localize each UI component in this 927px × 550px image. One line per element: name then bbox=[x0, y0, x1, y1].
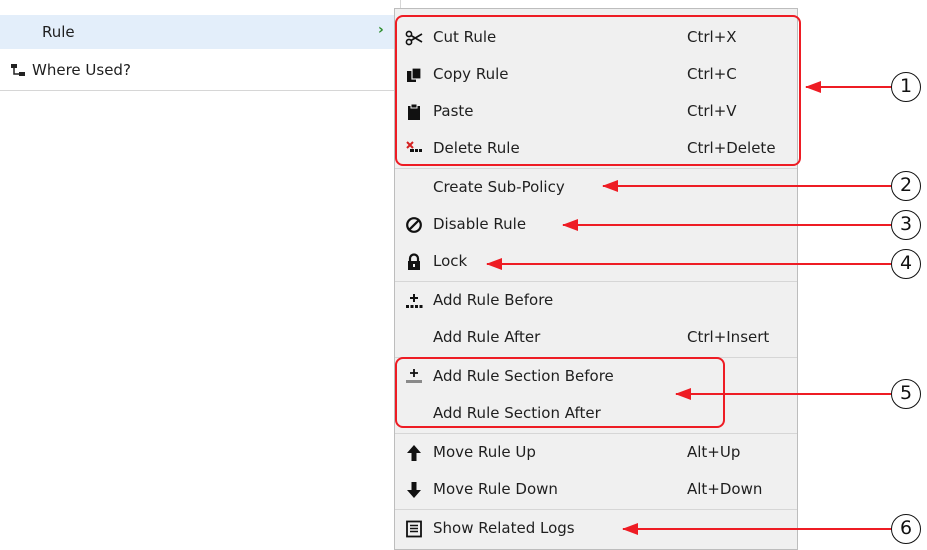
menu-item-shortcut: Ctrl+C bbox=[687, 65, 737, 83]
callout-number-5: 5 bbox=[891, 379, 921, 409]
menu-item-rule-label: Rule bbox=[42, 23, 75, 41]
menu-item-label: Add Rule Section Before bbox=[433, 367, 614, 385]
menu-item-show-related-logs[interactable]: Show Related Logs bbox=[395, 510, 797, 547]
submenu-arrow-icon: › bbox=[378, 22, 384, 38]
menu-item-label: Copy Rule bbox=[433, 65, 509, 83]
menu-item-add-rule-section-before[interactable]: Add Rule Section Before bbox=[395, 358, 797, 395]
menu-item-add-rule-section-after[interactable]: Add Rule Section After bbox=[395, 395, 797, 432]
menu-item-label: Disable Rule bbox=[433, 215, 527, 233]
callout-number-4: 4 bbox=[891, 249, 921, 279]
menu-item-create-sub-policy[interactable]: Create Sub-Policy bbox=[395, 169, 797, 206]
menu-item-move-rule-down[interactable]: Move Rule Down Alt+Down bbox=[395, 471, 797, 508]
menu-item-label: Move Rule Up bbox=[433, 443, 536, 461]
menu-item-label: Move Rule Down bbox=[433, 480, 558, 498]
menu-item-label: Cut Rule bbox=[433, 28, 497, 46]
callout-number-1: 1 bbox=[891, 72, 921, 102]
menu-item-copy-rule[interactable]: Copy Rule Ctrl+C bbox=[395, 56, 797, 93]
parent-menu: Rule › Where Used? bbox=[0, 0, 401, 91]
menu-item-lock[interactable]: Lock bbox=[395, 243, 797, 280]
arrow-down-icon bbox=[407, 482, 421, 498]
paste-icon bbox=[408, 103, 420, 120]
menu-item-add-rule-before[interactable]: Add Rule Before bbox=[395, 282, 797, 319]
menu-item-label: Add Rule Section After bbox=[433, 404, 601, 422]
menu-item-label: Lock bbox=[433, 252, 468, 270]
scissors-icon bbox=[405, 30, 423, 46]
context-menu: Cut Rule Ctrl+X Copy Rule Ctrl+C Paste C… bbox=[394, 8, 798, 550]
copy-icon bbox=[407, 67, 422, 82]
menu-item-move-rule-up[interactable]: Move Rule Up Alt+Up bbox=[395, 434, 797, 471]
menu-item-label: Delete Rule bbox=[433, 139, 520, 157]
menu-item-label: Paste bbox=[433, 102, 474, 120]
menu-item-label: Add Rule Before bbox=[433, 291, 554, 309]
where-used-icon bbox=[11, 64, 25, 76]
menu-item-where-used[interactable]: Where Used? bbox=[0, 53, 400, 87]
menu-item-label: Create Sub-Policy bbox=[433, 178, 565, 196]
arrow-up-icon bbox=[407, 445, 421, 461]
menu-item-label: Show Related Logs bbox=[433, 519, 575, 537]
add-section-icon bbox=[406, 369, 422, 383]
menu-item-add-rule-after[interactable]: Add Rule After Ctrl+Insert bbox=[395, 319, 797, 356]
logs-icon bbox=[406, 520, 422, 538]
callout-number-6: 6 bbox=[891, 514, 921, 544]
menu-item-shortcut: Ctrl+X bbox=[687, 28, 737, 46]
menu-item-shortcut: Alt+Up bbox=[687, 443, 741, 461]
menu-item-delete-rule[interactable]: Delete Rule Ctrl+Delete bbox=[395, 130, 797, 167]
menu-item-rule[interactable]: Rule › bbox=[0, 15, 400, 49]
lock-icon bbox=[408, 253, 420, 270]
add-rule-before-icon bbox=[406, 294, 423, 308]
menu-item-shortcut: Alt+Down bbox=[687, 480, 763, 498]
menu-item-label: Add Rule After bbox=[433, 328, 541, 346]
callout-number-3: 3 bbox=[891, 210, 921, 240]
menu-item-paste[interactable]: Paste Ctrl+V bbox=[395, 93, 797, 130]
menu-item-shortcut: Ctrl+Delete bbox=[687, 139, 776, 157]
delete-icon bbox=[406, 141, 422, 152]
callout-number-2: 2 bbox=[891, 171, 921, 201]
menu-item-shortcut: Ctrl+Insert bbox=[687, 328, 770, 346]
menu-item-cut-rule[interactable]: Cut Rule Ctrl+X bbox=[395, 19, 797, 56]
menu-item-shortcut: Ctrl+V bbox=[687, 102, 737, 120]
menu-item-where-used-label: Where Used? bbox=[32, 61, 131, 79]
disable-icon bbox=[406, 217, 422, 233]
menu-item-disable-rule[interactable]: Disable Rule bbox=[395, 206, 797, 243]
